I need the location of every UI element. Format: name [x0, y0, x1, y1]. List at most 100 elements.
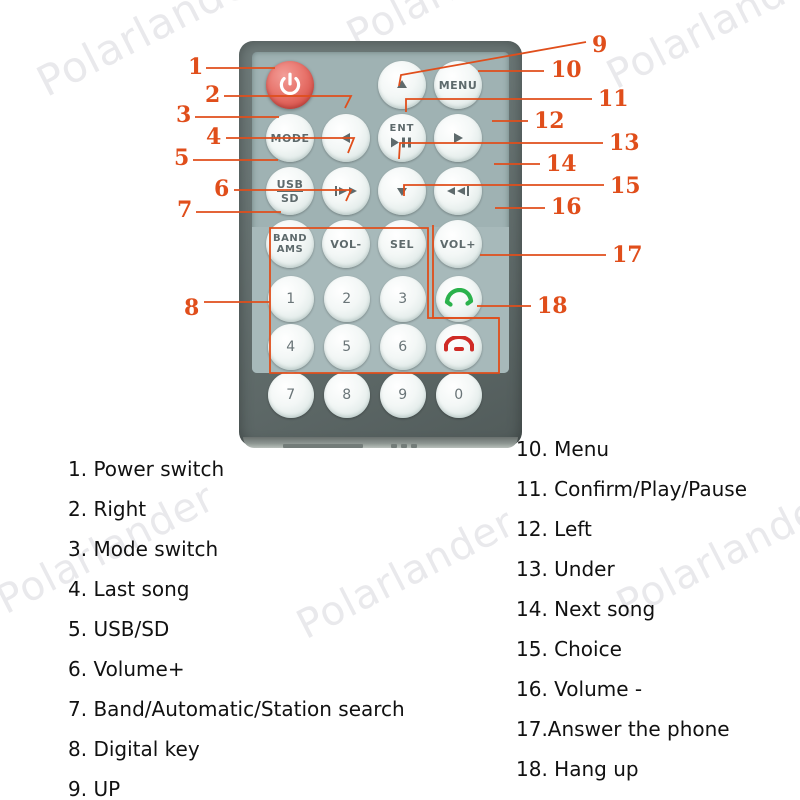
callout-number-10: 10: [551, 57, 582, 83]
key-label-secondary: SD: [280, 191, 300, 205]
key-bandams[interactable]: BAND AMS: [266, 220, 314, 268]
phone-answer-icon: [444, 288, 474, 307]
key-ent[interactable]: ENT: [378, 114, 426, 162]
key-num7[interactable]: 7: [268, 372, 314, 418]
legend-item: 4. Last song: [68, 577, 190, 601]
legend-item: 13. Under: [516, 557, 615, 581]
key-label-primary: USB: [276, 177, 304, 192]
triangle-down-icon: [397, 188, 407, 196]
key-answer[interactable]: [436, 276, 482, 322]
diagram-canvas: Polarlander Polarlander Polarlander Polarla…: [0, 0, 800, 800]
legend-item: 11. Confirm/Play/Pause: [516, 477, 747, 501]
legend-item: 12. Left: [516, 517, 592, 541]
callout-number-7: 7: [177, 197, 193, 223]
key-prev[interactable]: [322, 167, 370, 215]
legend-item: 7. Band/Automatic/Station search: [68, 697, 405, 721]
key-volplus[interactable]: VOL+: [434, 220, 482, 268]
callout-number-9: 9: [592, 32, 608, 58]
key-left[interactable]: [322, 114, 370, 162]
legend-item: 3. Mode switch: [68, 537, 219, 561]
foot-notch: [411, 444, 417, 448]
legend-item: 18. Hang up: [516, 757, 639, 781]
legend-column-right: 10. Menu 11. Confirm/Play/Pause 12. Left 13…: [516, 429, 747, 789]
key-num4[interactable]: 4: [268, 324, 314, 370]
key-label-primary: 6: [398, 339, 408, 355]
key-label-primary: VOL-: [330, 237, 362, 251]
key-num1[interactable]: 1: [268, 276, 314, 322]
callout-number-2: 2: [205, 82, 221, 108]
remote-bottom-edge: [243, 437, 518, 448]
key-label-primary: VOL+: [440, 237, 476, 251]
legend-item: 9. UP: [68, 777, 121, 800]
legend-item: 17.Answer the phone: [516, 717, 730, 741]
callout-number-6: 6: [214, 176, 230, 202]
key-hangup[interactable]: [436, 324, 482, 370]
legend-item: 6. Volume+: [68, 657, 185, 681]
callout-number-14: 14: [546, 151, 577, 177]
callout-number-8: 8: [184, 295, 200, 321]
key-label-primary: BAND: [272, 232, 308, 244]
callout-number-17: 17: [612, 242, 643, 268]
callout-number-1: 1: [188, 54, 204, 80]
foot-notch: [391, 444, 397, 448]
key-label-primary: MODE: [270, 131, 310, 145]
callout-number-18: 18: [537, 293, 568, 319]
key-down[interactable]: [378, 167, 426, 215]
key-num0[interactable]: 0: [436, 372, 482, 418]
key-label-primary: 4: [286, 339, 296, 355]
key-power[interactable]: [266, 61, 314, 109]
legend-item: 15. Choice: [516, 637, 622, 661]
key-label-primary: 5: [342, 339, 352, 355]
callout-number-12: 12: [534, 108, 565, 134]
legend-item: 16. Volume -: [516, 677, 643, 701]
key-up[interactable]: [378, 61, 426, 109]
legend-item: 2. Right: [68, 497, 147, 521]
key-num9[interactable]: 9: [380, 372, 426, 418]
prev-track-icon: [335, 186, 357, 196]
key-label-primary: 2: [342, 291, 352, 307]
legend-item: 5. USB/SD: [68, 617, 170, 641]
key-volminus[interactable]: VOL-: [322, 220, 370, 268]
key-label-primary: MENU: [438, 78, 478, 92]
key-num5[interactable]: 5: [324, 324, 370, 370]
watermark-text: Polarlander: [28, 0, 273, 107]
legend-column-left: 1. Power switch 2. Right 3. Mode switch 4. …: [68, 449, 405, 800]
callout-number-15: 15: [610, 173, 641, 199]
key-label-secondary: AMS: [276, 243, 304, 255]
legend-item: 10. Menu: [516, 437, 610, 461]
next-track-icon: [447, 186, 469, 196]
key-label-primary: 9: [398, 387, 408, 403]
key-num8[interactable]: 8: [324, 372, 370, 418]
legend-item: 8. Digital key: [68, 737, 200, 761]
key-label-primary: 8: [342, 387, 352, 403]
play-pause-icon: [391, 137, 411, 148]
key-num2[interactable]: 2: [324, 276, 370, 322]
callout-number-16: 16: [551, 194, 582, 220]
foot-notch: [401, 444, 407, 448]
callout-number-4: 4: [206, 124, 222, 150]
key-usbsd[interactable]: USB SD: [266, 167, 314, 215]
key-next[interactable]: [434, 167, 482, 215]
triangle-right-icon: [454, 133, 463, 143]
key-label-primary: 7: [286, 387, 296, 403]
key-mode[interactable]: MODE: [266, 114, 314, 162]
foot-notch: [283, 444, 363, 448]
key-sel[interactable]: SEL: [378, 220, 426, 268]
key-right[interactable]: [434, 114, 482, 162]
key-num6[interactable]: 6: [380, 324, 426, 370]
key-label-primary: 3: [398, 291, 408, 307]
callout-number-3: 3: [176, 102, 192, 128]
power-icon: [279, 72, 301, 95]
callout-number-13: 13: [609, 130, 640, 156]
phone-hangup-icon: [444, 336, 474, 352]
callout-number-5: 5: [174, 145, 190, 171]
triangle-left-icon: [341, 133, 350, 143]
key-label-primary: SEL: [390, 237, 414, 251]
key-label-primary: 1: [286, 291, 296, 307]
key-label-primary: ENT: [389, 123, 415, 134]
key-label-primary: 0: [454, 387, 464, 403]
key-num3[interactable]: 3: [380, 276, 426, 322]
legend-item: 14. Next song: [516, 597, 656, 621]
key-menu[interactable]: MENU: [434, 61, 482, 109]
callout-number-11: 11: [598, 86, 629, 112]
